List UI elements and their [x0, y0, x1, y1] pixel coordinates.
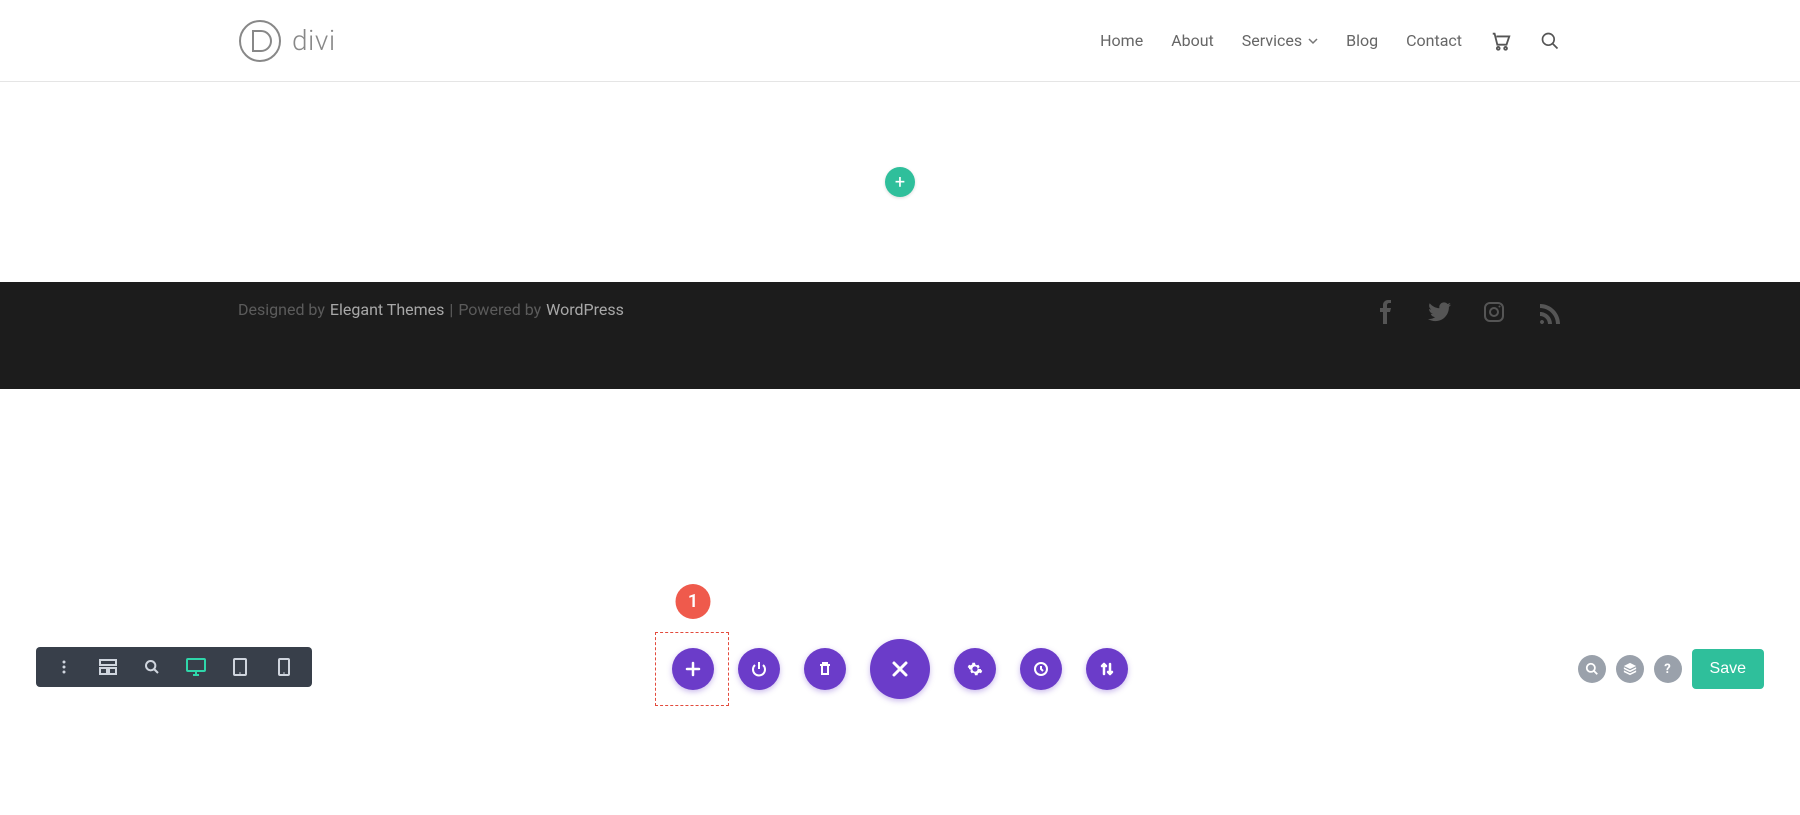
plus-icon — [685, 661, 701, 677]
footer-credits: Designed by Elegant Themes | Powered by … — [238, 300, 624, 319]
twitter-icon[interactable] — [1428, 300, 1452, 324]
swap-vertical-icon — [1099, 661, 1115, 677]
gear-icon — [967, 661, 983, 677]
phone-icon — [278, 658, 290, 676]
search-icon[interactable] — [1540, 31, 1560, 51]
footer-separator: | — [449, 300, 453, 319]
quick-search-button[interactable] — [1578, 655, 1606, 683]
tablet-icon — [232, 658, 248, 676]
wireframe-view-button[interactable] — [88, 647, 128, 687]
add-section-button[interactable]: + — [885, 167, 915, 197]
load-layout-button-wrapper: 1 — [672, 648, 714, 690]
primary-nav: Home About Services Blog Contact — [1100, 30, 1560, 52]
nav-blog[interactable]: Blog — [1346, 31, 1378, 50]
desktop-icon — [186, 658, 206, 676]
phone-view-button[interactable] — [264, 647, 304, 687]
page-settings-button[interactable] — [954, 648, 996, 690]
save-to-library-button[interactable] — [738, 648, 780, 690]
site-footer: Designed by Elegant Themes | Powered by … — [0, 282, 1800, 389]
kebab-icon — [56, 659, 72, 675]
footer-prefix: Designed by — [238, 300, 325, 319]
logo-text: divi — [292, 24, 336, 57]
clock-icon — [1033, 661, 1049, 677]
logo[interactable]: divi — [238, 19, 336, 63]
more-options-button[interactable] — [44, 647, 84, 687]
history-button[interactable] — [1020, 648, 1062, 690]
zoom-view-button[interactable] — [132, 647, 172, 687]
layers-button[interactable] — [1616, 655, 1644, 683]
save-button[interactable]: Save — [1692, 649, 1764, 689]
clear-layout-button[interactable] — [804, 648, 846, 690]
builder-canvas: + — [0, 82, 1800, 282]
footer-themes-link[interactable]: Elegant Themes — [330, 300, 445, 319]
footer-wordpress-link[interactable]: WordPress — [546, 300, 624, 319]
close-icon — [890, 659, 910, 679]
nav-about[interactable]: About — [1171, 31, 1214, 50]
builder-main-toolbar: 1 — [672, 639, 1128, 699]
portability-button[interactable] — [1086, 648, 1128, 690]
search-icon — [1585, 662, 1599, 676]
builder-right-toolbar: ? Save — [1578, 649, 1764, 689]
power-icon — [751, 661, 767, 677]
tablet-view-button[interactable] — [220, 647, 260, 687]
logo-mark-icon — [238, 19, 282, 63]
builder-view-toolbar — [36, 647, 312, 687]
instagram-icon[interactable] — [1482, 300, 1506, 324]
help-icon: ? — [1664, 662, 1670, 677]
below-footer-space — [0, 389, 1800, 815]
plus-icon: + — [895, 172, 905, 193]
load-layout-button[interactable] — [672, 648, 714, 690]
cart-icon[interactable] — [1490, 30, 1512, 52]
step-badge: 1 — [676, 584, 711, 619]
facebook-icon[interactable] — [1374, 300, 1398, 324]
wireframe-icon — [99, 658, 117, 676]
rss-icon[interactable] — [1536, 300, 1560, 324]
layers-icon — [1623, 662, 1637, 676]
footer-social — [1374, 300, 1560, 324]
desktop-view-button[interactable] — [176, 647, 216, 687]
close-builder-button[interactable] — [870, 639, 930, 699]
help-button[interactable]: ? — [1654, 655, 1682, 683]
nav-contact[interactable]: Contact — [1406, 31, 1462, 50]
nav-services[interactable]: Services — [1242, 31, 1318, 50]
chevron-down-icon — [1308, 36, 1318, 46]
site-header: divi Home About Services Blog Contact — [0, 0, 1800, 82]
nav-home[interactable]: Home — [1100, 31, 1143, 50]
trash-icon — [817, 661, 833, 677]
nav-services-label: Services — [1242, 31, 1302, 50]
search-icon — [144, 659, 160, 675]
footer-mid: Powered by — [458, 300, 541, 319]
